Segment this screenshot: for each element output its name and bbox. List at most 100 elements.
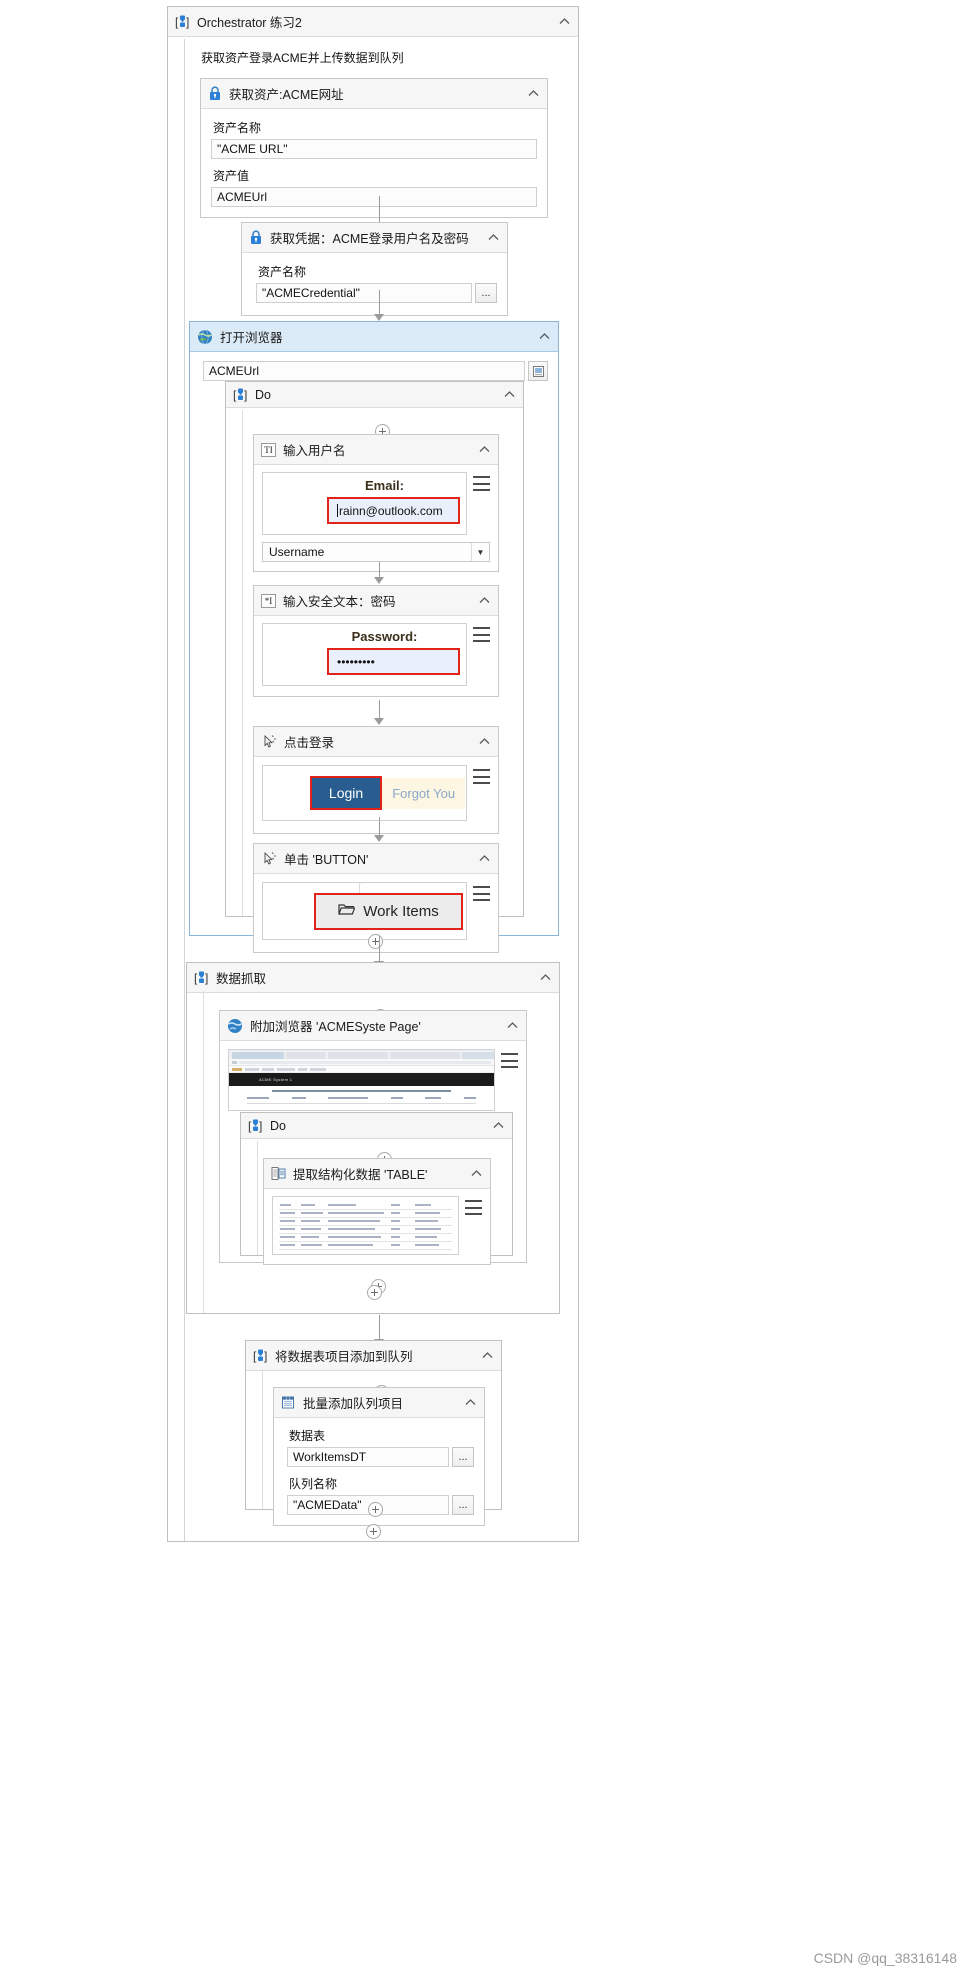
login-button-preview[interactable]: Login Forgot You [262, 765, 467, 821]
svg-text:[: [ [233, 388, 237, 402]
data-scraping-title: 数据抓取 [216, 972, 267, 986]
collapse-chevron-icon[interactable] [520, 88, 539, 100]
add-activity-plus[interactable] [366, 1524, 381, 1539]
open-browser-do-sequence[interactable]: [ ] Do TI 输入用户名 Email: rainn@outlook.com… [225, 381, 524, 953]
hamburger-icon[interactable] [501, 1053, 518, 1068]
svg-text:[: [ [194, 971, 198, 985]
svg-text:[: [ [253, 1349, 257, 1363]
data-scraping-header[interactable]: [ ] 数据抓取 [187, 963, 559, 993]
hamburger-icon[interactable] [473, 476, 490, 491]
type-username-activity[interactable]: TI 输入用户名 Email: rainn@outlook.com Userna… [253, 434, 499, 572]
asset-name-input[interactable]: "ACME URL" [211, 139, 537, 159]
globe-icon [227, 1018, 243, 1034]
chevron-down-icon[interactable]: ▼ [471, 543, 489, 561]
lock-icon [208, 86, 222, 101]
credential-name-input[interactable]: "ACMECredential" [256, 283, 472, 303]
work-items-preview[interactable]: Work Items [262, 882, 467, 940]
username-target-preview[interactable]: Email: rainn@outlook.com [262, 472, 467, 535]
queue-icon [281, 1395, 296, 1410]
attach-browser-activity[interactable]: 附加浏览器 'ACMESyste Page' ACME System 1 []… [219, 1010, 527, 1294]
hamburger-icon[interactable] [465, 1200, 482, 1215]
login-button[interactable]: Login [309, 776, 383, 810]
lock-icon [249, 230, 263, 245]
password-target-preview[interactable]: Password: ••••••••• [262, 623, 467, 686]
work-items-button[interactable]: Work Items [314, 892, 463, 930]
hamburger-icon[interactable] [473, 886, 490, 901]
collapse-chevron-icon[interactable] [499, 1020, 518, 1032]
click-button-header[interactable]: 单击 'BUTTON' [254, 844, 498, 874]
do-sequence-header[interactable]: [ ] Do [226, 382, 523, 408]
type-password-header[interactable]: *I 输入安全文本：密码 [254, 586, 498, 616]
collapse-chevron-icon[interactable] [471, 444, 490, 456]
browse-button[interactable]: ... [475, 283, 497, 303]
hamburger-icon[interactable] [473, 627, 490, 642]
open-browser-title: 打开浏览器 [220, 331, 283, 345]
folder-icon [338, 903, 356, 920]
username-variable-dropdown[interactable]: Username ▼ [262, 542, 490, 562]
password-value: ••••••••• [337, 654, 375, 669]
sequence-icon: [ ] [248, 1118, 263, 1133]
sequence-icon: [ ] [233, 387, 248, 402]
browser-url-input[interactable]: ACMEUrl [203, 361, 525, 381]
type-password-activity[interactable]: *I 输入安全文本：密码 Password: ••••••••• [253, 585, 499, 697]
email-field-highlight[interactable]: rainn@outlook.com [327, 497, 460, 524]
click-login-header[interactable]: 点击登录 [254, 727, 498, 757]
preview-table [279, 1201, 452, 1250]
hamburger-icon[interactable] [473, 769, 490, 784]
asset-name-label: 资产名称 [213, 121, 262, 135]
root-sequence[interactable]: [ ] Orchestrator 练习2 获取资产登录ACME并上传数据到队列 [167, 6, 579, 1542]
add-activity-plus[interactable] [367, 1285, 382, 1300]
root-sequence-header[interactable]: [ ] Orchestrator 练习2 [168, 7, 578, 37]
type-username-header[interactable]: TI 输入用户名 [254, 435, 498, 465]
data-scraping-sequence[interactable]: [ ] 数据抓取 附加浏览器 'ACMESyste Page' ACME Sys… [186, 962, 560, 1314]
bulk-add-queue-header[interactable]: 批量添加队列项目 [274, 1388, 484, 1418]
browser-page-preview[interactable]: ACME System 1 [228, 1049, 495, 1111]
connector-arrow [374, 700, 384, 725]
collapse-chevron-icon[interactable] [471, 736, 490, 748]
password-field-highlight[interactable]: ••••••••• [327, 648, 460, 675]
collapse-chevron-icon[interactable] [551, 16, 570, 28]
browse-button[interactable]: ... [452, 1495, 474, 1515]
credential-name-label: 资产名称 [258, 265, 307, 279]
collapse-chevron-icon[interactable] [485, 1120, 504, 1132]
datatable-input[interactable]: WorkItemsDT [287, 1447, 449, 1467]
attach-browser-do-sequence[interactable]: [ ] Do 提取结构化数据 'TABLE' [240, 1112, 513, 1294]
datatable-label: 数据表 [289, 1429, 326, 1443]
asset-value-label: 资产值 [213, 169, 250, 183]
collapse-chevron-icon[interactable] [531, 331, 550, 343]
extracted-table-preview[interactable] [272, 1196, 459, 1255]
collapse-chevron-icon[interactable] [457, 1397, 476, 1409]
collapse-chevron-icon[interactable] [471, 595, 490, 607]
add-queue-header[interactable]: [ ] 将数据表项目添加到队列 [246, 1341, 501, 1371]
browser-tabs [229, 1050, 494, 1059]
forgot-password-link[interactable]: Forgot You [382, 777, 466, 809]
email-caption: Email: [364, 478, 404, 493]
extract-table-header[interactable]: 提取结构化数据 'TABLE' [264, 1159, 490, 1189]
get-credential-header[interactable]: 获取凭据：ACME登录用户名及密码 [242, 223, 507, 253]
click-icon [261, 734, 277, 749]
extract-table-activity[interactable]: 提取结构化数据 'TABLE' [263, 1158, 491, 1265]
collapse-chevron-icon[interactable] [532, 972, 551, 984]
root-subtitle: 获取资产登录ACME并上传数据到队列 [201, 51, 404, 65]
work-items-label: Work Items [363, 902, 439, 920]
globe-icon [197, 329, 213, 345]
indicate-on-screen-button[interactable] [528, 361, 548, 381]
browser-bookmarks-bar [229, 1066, 494, 1073]
add-queue-sequence[interactable]: [ ] 将数据表项目添加到队列 批量添加队列项目 数据表 WorkItemsDT… [245, 1340, 502, 1526]
open-browser-activity[interactable]: 打开浏览器 ACMEUrl [] Do TI 输入用户名 Email: rai… [189, 321, 559, 953]
collapse-chevron-icon[interactable] [463, 1168, 482, 1180]
add-activity-plus[interactable] [368, 1502, 383, 1517]
queue-rail [262, 1369, 263, 1509]
type-username-title: 输入用户名 [283, 444, 346, 458]
inner-do-header[interactable]: [ ] Do [241, 1113, 512, 1139]
do-rail [242, 410, 243, 916]
svg-text:]: ] [259, 1119, 262, 1133]
open-browser-header[interactable]: 打开浏览器 [190, 322, 558, 352]
collapse-chevron-icon[interactable] [496, 389, 515, 401]
browse-button[interactable]: ... [452, 1447, 474, 1467]
attach-browser-header[interactable]: 附加浏览器 'ACMESyste Page' [220, 1011, 526, 1041]
get-asset-header[interactable]: 获取资产:ACME网址 [201, 79, 547, 109]
collapse-chevron-icon[interactable] [480, 232, 499, 244]
collapse-chevron-icon[interactable] [471, 853, 490, 865]
collapse-chevron-icon[interactable] [474, 1350, 493, 1362]
